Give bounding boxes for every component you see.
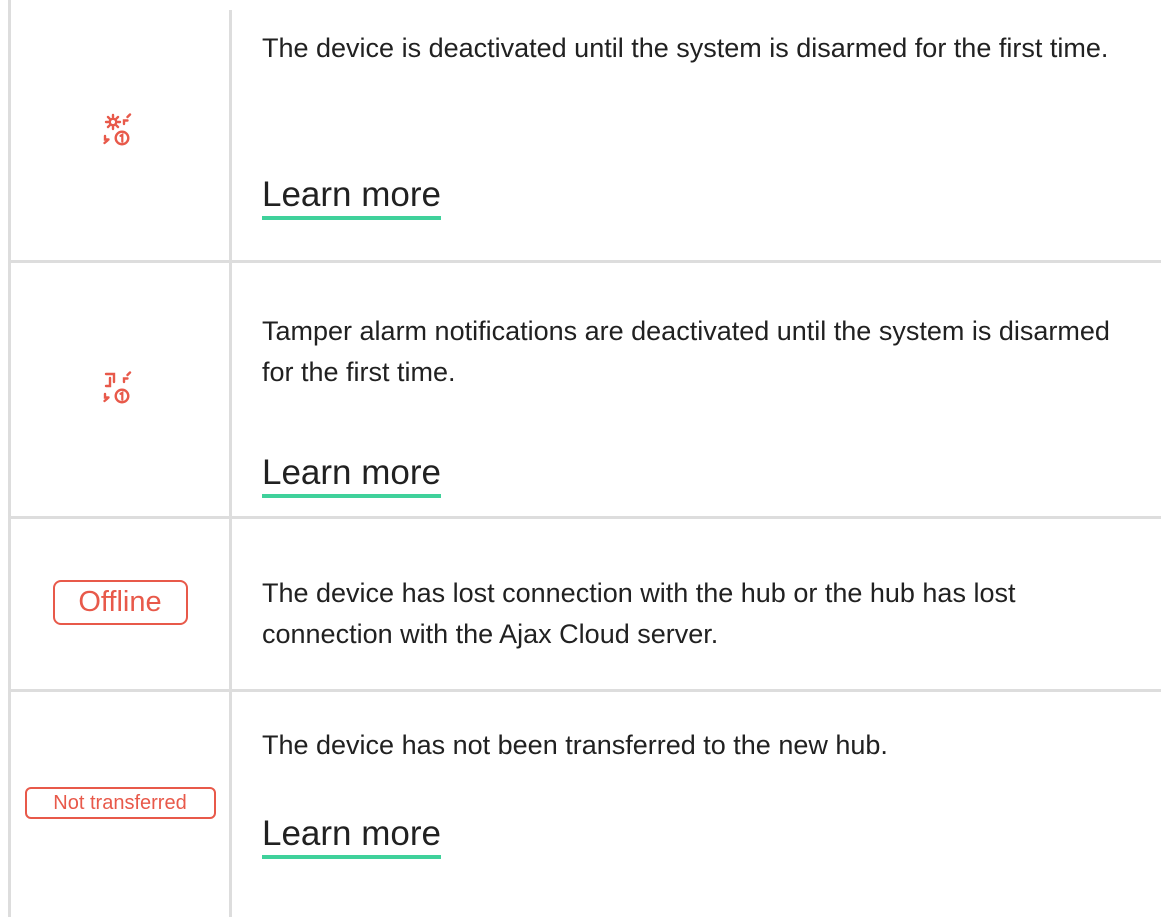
- description-cell: The device has lost connection with the …: [262, 573, 1142, 655]
- table-row: Tamper alarm notifications are deactivat…: [0, 260, 1161, 516]
- row-description: The device is deactivated until the syst…: [262, 33, 1109, 63]
- table-row: Not transferred The device has not been …: [0, 689, 1161, 917]
- learn-more-link[interactable]: Learn more: [262, 814, 441, 859]
- learn-more-link[interactable]: Learn more: [262, 453, 441, 498]
- icon-cell: Not transferred: [11, 689, 229, 917]
- learn-more-link[interactable]: Learn more: [262, 175, 441, 220]
- status-icons-table: The device is deactivated until the syst…: [0, 0, 1161, 917]
- offline-badge: Offline: [52, 580, 188, 625]
- row-description: Tamper alarm notifications are deactivat…: [262, 316, 1110, 387]
- icon-cell: [11, 260, 229, 516]
- table-row: Offline The device has lost connection w…: [0, 516, 1161, 689]
- not-transferred-badge: Not transferred: [24, 787, 216, 819]
- icon-cell: [11, 0, 229, 260]
- tamper-counter-icon: [102, 370, 138, 406]
- row-description: The device has lost connection with the …: [262, 578, 1016, 649]
- description-cell: Tamper alarm notifications are deactivat…: [262, 311, 1142, 393]
- gear-counter-icon: [102, 112, 138, 148]
- icon-cell: Offline: [11, 516, 229, 689]
- description-cell: The device has not been transferred to t…: [262, 725, 1142, 766]
- row-description: The device has not been transferred to t…: [262, 730, 888, 760]
- table-row: The device is deactivated until the syst…: [0, 0, 1161, 260]
- description-cell: The device is deactivated until the syst…: [262, 28, 1142, 69]
